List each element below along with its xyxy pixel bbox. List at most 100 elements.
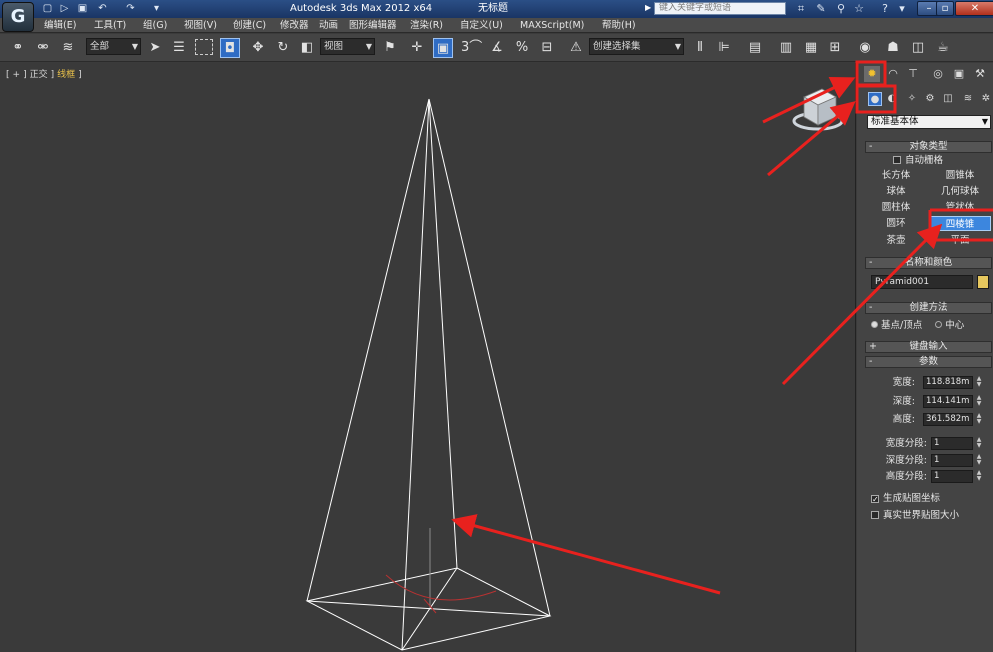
menu-rendering[interactable]: 渲染(R)	[410, 18, 443, 33]
spinner-snap-icon[interactable]: ⊟	[537, 38, 557, 58]
viewport-orthographic[interactable]: [+] 正交] 线框]	[0, 63, 856, 652]
named-selection-dropdown[interactable]: 创建选择集 ▼	[589, 38, 684, 55]
application-logo-button[interactable]: G	[2, 2, 34, 32]
cone-button[interactable]: 圆锥体	[929, 168, 991, 183]
select-scale-icon[interactable]: ◧	[297, 38, 317, 58]
graphite-tools-icon[interactable]: ▥	[776, 38, 796, 58]
menu-graph-editors[interactable]: 图形编辑器	[349, 18, 397, 33]
menu-modifiers[interactable]: 修改器	[280, 18, 309, 33]
width-segs-spinner-arrows-icon[interactable]: ▲ ▼	[975, 437, 983, 450]
menu-edit[interactable]: 编辑(E)	[44, 18, 76, 33]
select-rotate-icon[interactable]: ↻	[273, 38, 293, 58]
depth-segs-input[interactable]: 1	[931, 454, 973, 467]
rollout-name-and-color[interactable]: - 名称和颜色	[865, 257, 992, 269]
rollout-keyboard-entry[interactable]: + 键盘输入	[865, 341, 992, 353]
select-object-icon[interactable]: ➤	[145, 38, 165, 58]
teapot-button[interactable]: 茶壶	[865, 233, 927, 248]
height-input[interactable]: 361.582m	[923, 413, 973, 426]
geosphere-button[interactable]: 几何球体	[929, 184, 991, 199]
schematic-view-icon[interactable]: ⊞	[825, 38, 845, 58]
width-input[interactable]: 118.818m	[923, 376, 973, 389]
cameras-icon[interactable]: ⚙	[923, 92, 937, 106]
rollout-creation-method[interactable]: - 创建方法	[865, 302, 992, 314]
sphere-button[interactable]: 球体	[865, 184, 927, 199]
maximize-button[interactable]: ▫	[936, 1, 954, 16]
edit-named-selection-icon[interactable]: ⚠	[566, 38, 586, 58]
pyramid-button[interactable]: 四棱锥	[929, 216, 991, 231]
menu-views[interactable]: 视图(V)	[184, 18, 217, 33]
menu-create[interactable]: 创建(C)	[233, 18, 266, 33]
window-crossing-icon[interactable]: ◘	[220, 38, 240, 58]
unlink-icon[interactable]: ⚮	[33, 38, 53, 58]
depth-spinner-arrows-icon[interactable]: ▲ ▼	[975, 395, 983, 408]
help-dropdown-icon[interactable]: ▾	[895, 2, 909, 15]
close-button[interactable]: ✕	[955, 1, 993, 16]
menu-maxscript[interactable]: MAXScript(M)	[520, 18, 584, 33]
percent-snap-icon[interactable]: %	[512, 38, 532, 58]
width-segs-input[interactable]: 1	[931, 437, 973, 450]
helpers-icon[interactable]: ◫	[941, 92, 955, 106]
pyramid-wireframe[interactable]	[0, 63, 856, 652]
reference-coordinate-dropdown[interactable]: 视图 ▼	[320, 38, 375, 55]
selection-filter-dropdown[interactable]: 全部 ▼	[86, 38, 141, 55]
keyboard-shortcut-override-icon[interactable]: ▣	[433, 38, 453, 58]
depth-segs-spinner-arrows-icon[interactable]: ▲ ▼	[975, 454, 983, 467]
help-icon[interactable]: ?	[878, 2, 892, 15]
search-arrow-icon[interactable]: ▶	[645, 3, 651, 12]
pivot-center-icon[interactable]: ⚑	[380, 38, 400, 58]
autogrid-checkbox[interactable]: 自动栅格	[893, 154, 943, 167]
cylinder-button[interactable]: 圆柱体	[865, 200, 927, 215]
mirror-icon[interactable]: ⫴	[690, 38, 710, 58]
link-icon[interactable]: ⚭	[8, 38, 28, 58]
bind-space-warp-icon[interactable]: ≋	[58, 38, 78, 58]
lights-icon[interactable]: ✧	[905, 92, 919, 106]
real-world-map-size-checkbox[interactable]: 真实世界贴图大小	[871, 509, 959, 522]
radio-base-apex[interactable]: 基点/顶点	[871, 320, 922, 331]
rectangular-selection-icon[interactable]	[195, 39, 213, 55]
material-editor-icon[interactable]: ◉	[855, 38, 875, 58]
box-button[interactable]: 长方体	[865, 168, 927, 183]
layer-manager-icon[interactable]: ▤	[745, 38, 765, 58]
search-input[interactable]: 键入关键字或短语	[654, 2, 786, 15]
height-segs-input[interactable]: 1	[931, 470, 973, 483]
binoculars-icon[interactable]: ⌗	[794, 2, 808, 15]
menu-group[interactable]: 组(G)	[143, 18, 167, 33]
display-tab-icon[interactable]: ▣	[951, 66, 967, 82]
subscription-icon[interactable]: ✎	[814, 2, 828, 15]
plane-button[interactable]: 平面	[929, 233, 991, 248]
generate-mapping-coords-checkbox[interactable]: ✓ 生成贴图坐标	[871, 492, 940, 505]
motion-tab-icon[interactable]: ◎	[930, 66, 946, 82]
select-move-icon[interactable]: ✥	[248, 38, 268, 58]
quick-access-dropdown-icon[interactable]: ▾	[150, 2, 163, 15]
menu-tools[interactable]: 工具(T)	[94, 18, 126, 33]
geometry-icon[interactable]: ●	[868, 92, 882, 106]
align-icon[interactable]: ⊫	[714, 38, 734, 58]
space-warps-icon[interactable]: ≋	[961, 92, 975, 106]
open-file-icon[interactable]: ▷	[58, 2, 71, 15]
communication-icon[interactable]: ⚲	[834, 2, 848, 15]
torus-button[interactable]: 圆环	[865, 216, 927, 231]
undo-icon[interactable]: ↶	[96, 2, 109, 15]
menu-animation[interactable]: 动画	[319, 18, 338, 33]
shapes-icon[interactable]: ◐	[885, 92, 899, 106]
modify-tab-icon[interactable]: ◠	[885, 66, 901, 82]
systems-icon[interactable]: ✲	[979, 92, 993, 106]
curve-editor-icon[interactable]: ▦	[801, 38, 821, 58]
select-manipulate-icon[interactable]: ✛	[407, 38, 427, 58]
render-setup-icon[interactable]: ☗	[883, 38, 903, 58]
depth-input[interactable]: 114.141m	[923, 395, 973, 408]
save-file-icon[interactable]: ▣	[76, 2, 89, 15]
create-tab-sun-icon[interactable]: ✹	[864, 66, 880, 82]
favorites-star-icon[interactable]: ☆	[852, 2, 866, 15]
render-teapot-icon[interactable]: ☕	[933, 38, 953, 58]
snaps-toggle-icon[interactable]: 3⌒	[461, 38, 482, 58]
menu-customize[interactable]: 自定义(U)	[460, 18, 503, 33]
height-spinner-arrows-icon[interactable]: ▲ ▼	[975, 413, 983, 426]
object-color-swatch[interactable]	[977, 275, 989, 289]
object-name-input[interactable]: Pyramid001	[871, 275, 973, 289]
height-segs-spinner-arrows-icon[interactable]: ▲ ▼	[975, 470, 983, 483]
geometry-category-dropdown[interactable]: 标准基本体 ▼	[867, 115, 991, 129]
rendered-frame-window-icon[interactable]: ◫	[908, 38, 928, 58]
select-by-name-icon[interactable]: ☰	[169, 38, 189, 58]
width-spinner-arrows-icon[interactable]: ▲ ▼	[975, 376, 983, 389]
